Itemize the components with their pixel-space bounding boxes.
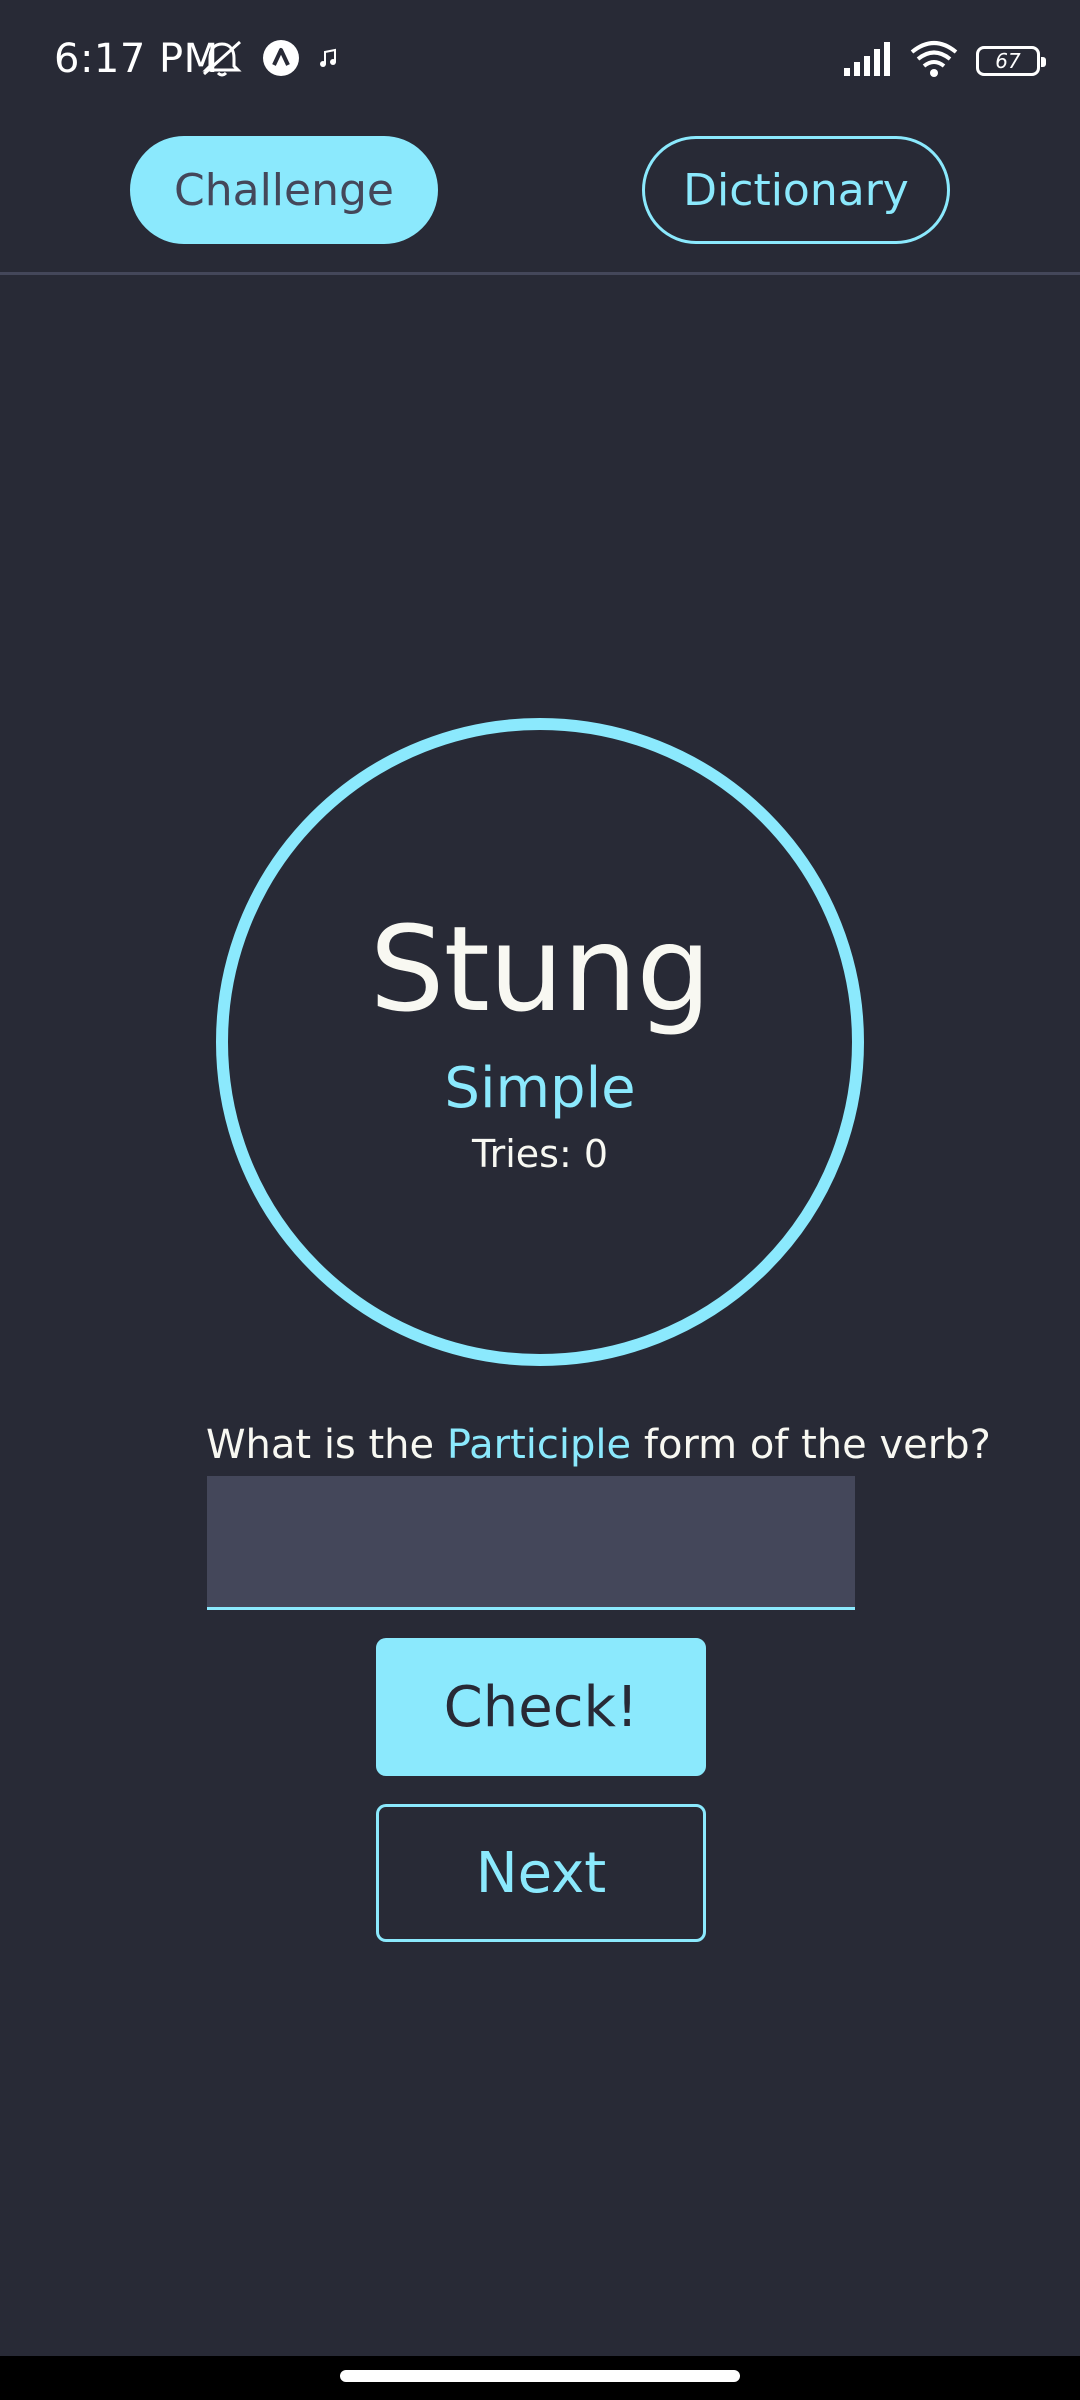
music-note-icon: [318, 46, 340, 74]
tab-dictionary[interactable]: Dictionary: [642, 136, 950, 244]
answer-input[interactable]: [207, 1476, 855, 1610]
app-screen: 6:17 PM 67 Challenge Dictionary Stung Si…: [0, 0, 1080, 2400]
word-circle: [216, 718, 864, 1366]
app-notification-icon: [262, 39, 300, 81]
status-right-icons: 67: [842, 40, 1046, 82]
question-form: Participle: [446, 1422, 632, 1468]
battery-level: 67: [995, 49, 1021, 73]
next-button[interactable]: Next: [376, 1804, 706, 1942]
top-tabs: Challenge Dictionary: [0, 136, 1080, 246]
question-prompt: What is the Participle form of the verb?: [206, 1422, 991, 1468]
system-nav-bar: [0, 2356, 1080, 2400]
header-divider: [0, 272, 1080, 275]
check-button[interactable]: Check!: [376, 1638, 706, 1776]
challenge-tense: Simple: [444, 1056, 636, 1121]
status-left-icons: [200, 38, 340, 82]
home-indicator[interactable]: [340, 2370, 740, 2382]
challenge-word: Stung: [369, 900, 712, 1038]
signal-icon: [842, 42, 892, 80]
mute-alarm-icon: [200, 38, 244, 82]
status-bar: 6:17 PM 67: [0, 0, 1080, 120]
question-prefix: What is the: [206, 1422, 447, 1468]
question-suffix: form of the verb?: [631, 1422, 991, 1468]
battery-icon: 67: [976, 46, 1046, 76]
wifi-icon: [910, 40, 958, 82]
tab-challenge[interactable]: Challenge: [130, 136, 438, 244]
tries-counter: Tries: 0: [471, 1132, 609, 1176]
status-time: 6:17 PM: [54, 36, 219, 82]
